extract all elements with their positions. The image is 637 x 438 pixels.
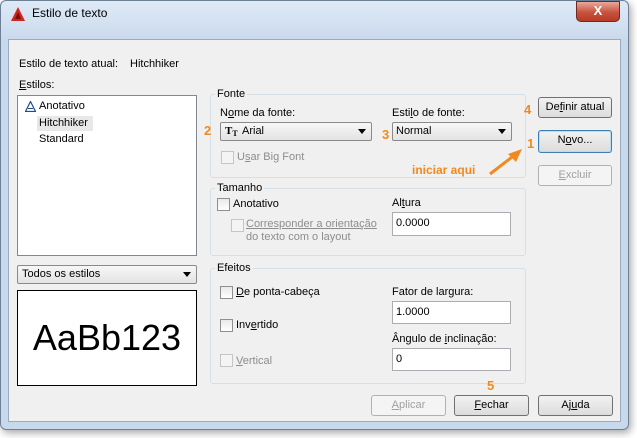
font-style-dropdown[interactable]: Normal [392, 122, 512, 141]
truetype-font-icon: TT [225, 125, 238, 138]
set-current-button[interactable]: Definir atual [538, 97, 612, 118]
styles-listbox[interactable]: Anotativo Hitchhiker Standard [17, 95, 197, 256]
upside-down-label: De ponta-cabeça [236, 286, 320, 298]
annotation-number-4: 4 [524, 102, 532, 117]
oblique-angle-label: Ângulo de inclinação: [392, 333, 497, 345]
styles-filter-value: Todos os estilos [22, 268, 101, 280]
styles-filter-dropdown[interactable]: Todos os estilos [17, 265, 197, 284]
size-group-title: Tamanho [215, 182, 265, 194]
preview-box: AaBb123 [17, 290, 197, 386]
style-item-label: Anotativo [39, 100, 85, 112]
close-window-button[interactable]: X [576, 1, 620, 22]
vertical-label: Vertical [236, 355, 273, 367]
style-item-label: Hitchhiker [39, 117, 88, 129]
effects-group-title: Efeitos [215, 262, 253, 274]
preview-text: AaBb123 [32, 317, 182, 358]
font-name-label: Nome da fonte: [220, 107, 296, 119]
match-orientation-checkbox[interactable] [231, 219, 244, 232]
height-label: Altura [392, 197, 421, 209]
style-item-annotative[interactable]: Anotativo [23, 100, 191, 114]
backwards-checkbox[interactable] [220, 319, 233, 332]
font-group-title: Fonte [215, 88, 248, 100]
height-field[interactable]: 0.0000 [392, 212, 511, 236]
font-name-value: Arial [242, 125, 265, 137]
oblique-angle-field[interactable]: 0 [392, 348, 511, 371]
style-item-standard[interactable]: Standard [39, 133, 189, 147]
current-style-value: Hitchhiker [130, 58, 179, 70]
arrow-pointer-icon [489, 149, 522, 176]
chevron-down-icon [358, 129, 366, 134]
help-button[interactable]: Ajuda [538, 395, 613, 416]
annotative-checkbox[interactable] [217, 198, 230, 211]
vertical-checkbox[interactable] [220, 354, 233, 367]
close-button[interactable]: Fechar [454, 395, 529, 416]
oblique-angle-value: 0 [396, 353, 403, 365]
autocad-logo-icon [11, 7, 25, 21]
height-value: 0.0000 [396, 217, 430, 229]
font-name-dropdown[interactable]: TT Arial [220, 122, 372, 141]
apply-button[interactable]: Aplicar [371, 395, 446, 416]
match-orientation-line1: Corresponder a orientação [246, 218, 377, 230]
styles-label: Estilos: [19, 79, 55, 91]
use-big-font-checkbox[interactable] [221, 151, 234, 164]
chevron-down-icon [498, 129, 506, 134]
annotative-label: Anotativo [233, 198, 279, 210]
annotation-number-5: 5 [487, 378, 495, 393]
annotation-number-3: 3 [382, 127, 390, 142]
match-orientation-label: Corresponder a orientação do texto com o… [246, 218, 377, 244]
width-factor-field[interactable]: 1.0000 [392, 301, 511, 324]
chevron-down-icon [183, 272, 191, 277]
annotative-icon [25, 101, 36, 112]
window-title: Estilo de texto [32, 6, 108, 20]
font-style-label: Estilo de fonte: [392, 107, 465, 119]
match-orientation-line2: do texto com o layout [246, 231, 351, 243]
delete-button[interactable]: Excluir [538, 165, 612, 186]
backwards-label: Invertido [236, 319, 279, 331]
style-item-hitchhiker[interactable]: Hitchhiker [37, 116, 93, 131]
use-big-font-label: Usar Big Font [237, 151, 305, 163]
new-button[interactable]: Novo... [538, 130, 612, 153]
upside-down-checkbox[interactable] [220, 286, 233, 299]
current-style-label: Estilo de texto atual: [19, 58, 119, 70]
annotation-number-1: 1 [527, 136, 535, 151]
width-factor-label: Fator de largura: [392, 286, 474, 298]
width-factor-value: 1.0000 [396, 306, 430, 318]
font-style-value: Normal [396, 125, 432, 137]
style-item-label: Standard [39, 133, 84, 145]
start-here-annotation: iniciar aqui [412, 163, 476, 177]
annotation-number-2: 2 [204, 123, 212, 138]
